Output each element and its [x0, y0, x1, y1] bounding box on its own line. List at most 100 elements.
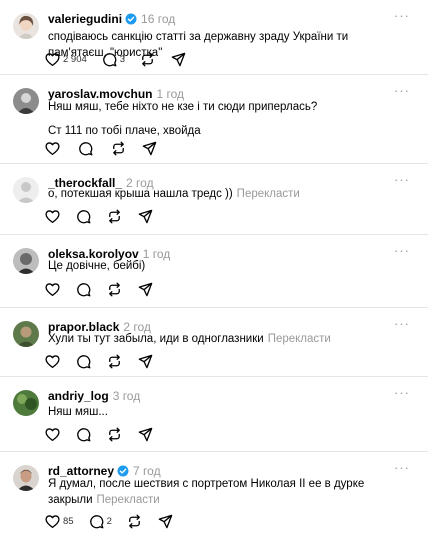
translate-link[interactable]: Перекласти	[97, 494, 160, 506]
like-button[interactable]	[44, 140, 63, 157]
repost-button[interactable]	[106, 281, 123, 298]
comment-icon	[77, 209, 91, 223]
share-icon	[138, 427, 153, 441]
repost-icon	[109, 282, 120, 296]
reply-post: rd_attorney 7 год ··· Я думал, после шест…	[0, 452, 428, 546]
share-icon	[138, 354, 153, 368]
avatar[interactable]	[13, 465, 39, 491]
repost-icon	[109, 427, 120, 441]
text-line: Ст 111 по тобі плаче, хвойда	[48, 125, 201, 137]
reply-post: andriy_log 3 год ··· Няш мяш...	[0, 377, 428, 452]
like-button[interactable]: 85	[44, 513, 74, 530]
repost-button[interactable]	[106, 426, 123, 443]
timestamp: 16 год	[141, 12, 176, 26]
comment-icon	[77, 282, 91, 296]
text-line: Няш мяш...	[48, 406, 108, 418]
comment-icon	[77, 354, 91, 368]
share-button[interactable]	[137, 208, 154, 225]
like-button[interactable]	[44, 208, 61, 225]
reply-text: Я думал, после шествия с портретом Никол…	[48, 476, 408, 508]
avatar[interactable]	[13, 390, 39, 416]
comment-button[interactable]	[75, 281, 92, 298]
reply-text: Няш мяш...	[48, 404, 408, 420]
comment-count: 3	[119, 53, 126, 65]
share-icon	[171, 52, 186, 66]
comment-button[interactable]: 3	[101, 51, 125, 68]
heart-icon	[45, 427, 60, 441]
share-button[interactable]	[137, 281, 154, 298]
comment-icon	[89, 514, 103, 528]
share-icon	[142, 141, 157, 155]
share-button[interactable]	[141, 140, 158, 157]
like-count: 85	[63, 515, 74, 527]
repost-button[interactable]	[106, 353, 123, 370]
comment-icon	[102, 52, 117, 66]
more-icon[interactable]: ···	[394, 9, 410, 23]
share-button[interactable]	[137, 353, 154, 370]
avatar[interactable]	[13, 13, 39, 39]
share-button[interactable]	[170, 51, 187, 68]
username[interactable]: valeriegudini	[48, 12, 122, 26]
repost-icon	[142, 52, 153, 66]
text-line: закрыли	[48, 494, 93, 506]
avatar[interactable]	[13, 177, 39, 203]
more-icon[interactable]: ···	[394, 244, 410, 258]
share-icon	[158, 514, 173, 528]
more-icon[interactable]: ···	[394, 386, 410, 400]
reply-post: valeriegudini 16 год ··· сподіваюсь санкц…	[0, 0, 428, 75]
like-button[interactable]	[44, 353, 61, 370]
heart-icon	[45, 209, 60, 223]
comment-button[interactable]	[75, 353, 92, 370]
like-button[interactable]	[44, 281, 61, 298]
comment-icon	[77, 427, 91, 441]
replies-feed: valeriegudini 16 год ··· сподіваюсь санкц…	[0, 0, 428, 546]
more-icon[interactable]: ···	[394, 461, 410, 475]
like-button[interactable]: 2 904	[44, 51, 87, 68]
text-line: о, потекшая крыша нашла тредс ))	[48, 188, 233, 200]
text-line: Це довічне, бейбі)	[48, 260, 146, 272]
reply-text: Це довічне, бейбі)	[48, 258, 408, 274]
more-icon[interactable]: ···	[394, 317, 410, 331]
translate-link[interactable]: Перекласти	[237, 188, 300, 200]
repost-button[interactable]	[139, 51, 156, 68]
username[interactable]: andriy_log	[48, 389, 109, 403]
comment-icon	[79, 141, 93, 155]
heart-icon	[45, 141, 60, 155]
repost-icon	[113, 141, 124, 155]
translate-link[interactable]: Перекласти	[268, 333, 331, 345]
like-count: 2 904	[63, 53, 87, 65]
avatar[interactable]	[13, 88, 39, 114]
share-button[interactable]	[157, 513, 174, 530]
more-icon[interactable]: ···	[394, 173, 410, 187]
comment-button[interactable]	[77, 140, 96, 157]
more-icon[interactable]: ···	[394, 84, 410, 98]
avatar[interactable]	[13, 321, 39, 347]
comment-button[interactable]	[75, 426, 92, 443]
heart-icon	[45, 52, 60, 66]
reply-text: Хули ты тут забыла, иди в одноглазники Пе…	[48, 331, 408, 347]
reply-post: prapor.black 2 год ··· Хули ты тут забыла…	[0, 308, 428, 377]
comment-button[interactable]	[75, 208, 92, 225]
avatar[interactable]	[13, 248, 39, 274]
verified-badge-icon	[125, 13, 137, 25]
repost-icon	[109, 354, 120, 368]
heart-icon	[45, 514, 60, 528]
repost-icon	[128, 514, 140, 528]
repost-button[interactable]	[110, 140, 127, 157]
timestamp: 3 год	[112, 389, 141, 403]
like-button[interactable]	[44, 426, 61, 443]
repost-button[interactable]	[126, 513, 143, 530]
heart-icon	[45, 354, 60, 368]
share-button[interactable]	[137, 426, 154, 443]
reply-text: о, потекшая крыша нашла тредс )) Переклас…	[48, 186, 408, 202]
heart-icon	[45, 282, 60, 296]
share-icon	[138, 282, 153, 296]
reply-post: yaroslav.movchun 1 год ··· Няш мяш, тебе …	[0, 75, 428, 164]
text-line: Хули ты тут забыла, иди в одноглазники	[48, 333, 264, 345]
reply-post: _therockfall_ 2 год ··· о, потекшая крыша…	[0, 164, 428, 235]
reply-post: oleksa.korolyov 1 год ··· Це довічне, бей…	[0, 235, 428, 308]
text-line: Я думал, после шествия с портретом Никол…	[48, 478, 365, 490]
repost-button[interactable]	[106, 208, 123, 225]
comment-count: 2	[106, 515, 112, 527]
comment-button[interactable]: 2	[88, 513, 112, 530]
